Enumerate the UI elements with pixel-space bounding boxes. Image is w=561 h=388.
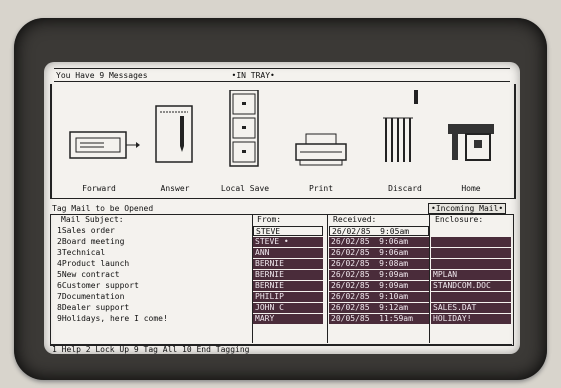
message-row[interactable]: 9Holidays, here I come! MARY 20/05/85 11… (51, 314, 513, 324)
forward-tray-icon (69, 131, 140, 159)
forward-button[interactable]: Forward (64, 84, 140, 198)
message-time: 9:06am (379, 237, 409, 246)
message-enclosure (431, 259, 511, 269)
message-subject: 7Documentation (57, 292, 125, 301)
message-enclosure (431, 248, 511, 258)
message-received: 26/02/85 9:06am (329, 248, 429, 258)
message-date: 20/05/85 (331, 314, 370, 323)
filing-cabinet-icon (229, 90, 259, 167)
message-enclosure (431, 237, 511, 247)
message-from: BERNIE (253, 270, 323, 280)
message-date: 26/02/85 (331, 292, 370, 301)
message-from: MARY (253, 314, 323, 324)
terminal-screen: You Have 9 Messages •IN TRAY• Forward An… (44, 62, 520, 354)
tag-instruction-line: Tag Mail to be Opened •Incoming Mail• (50, 203, 512, 214)
status-bar: You Have 9 Messages •IN TRAY• (54, 68, 510, 82)
message-row[interactable]: 5New contract BERNIE 26/02/85 9:09am MPL… (51, 270, 513, 280)
message-row[interactable]: 1Sales order STEVE 26/02/85 9:05am (51, 226, 513, 236)
message-from: BERNIE (253, 259, 323, 269)
message-subject: 5New contract (57, 270, 120, 279)
message-from: STEVE (253, 226, 323, 236)
message-received: 26/02/85 9:12am (329, 303, 429, 313)
message-received: 26/02/85 9:05am (329, 226, 429, 236)
message-subject: 9Holidays, here I come! (57, 314, 168, 323)
tag-instruction: Tag Mail to be Opened (52, 204, 154, 213)
mail-list: Mail Subject: From: Received: Enclosure:… (50, 214, 514, 346)
house-icon (448, 124, 494, 161)
message-row[interactable]: 3Technical ANN 26/02/85 9:06am (51, 248, 513, 258)
shredder-icon (383, 90, 418, 162)
enclosure-column-header: Enclosure: (435, 215, 484, 224)
message-from: PHILIP (253, 292, 323, 302)
message-time: 9:10am (379, 292, 409, 301)
message-enclosure (431, 226, 511, 236)
print-button[interactable]: Print (286, 84, 356, 198)
message-subject: 6Customer support (57, 281, 139, 290)
message-row[interactable]: 2Board meeting STEVE • 26/02/85 9:06am (51, 237, 513, 247)
message-enclosure: HOLIDAY! (431, 314, 511, 324)
message-enclosure (431, 292, 511, 302)
function-key-legend: 1 Help 2 Lock Up 9 Tag All 10 End Taggin… (52, 345, 250, 354)
message-subject: 8Dealer support (57, 303, 130, 312)
message-date: 26/02/85 (331, 237, 370, 246)
message-date: 26/02/85 (331, 270, 370, 279)
message-date: 26/02/85 (332, 227, 371, 236)
message-from: JOHN C (253, 303, 323, 313)
message-time: 9:09am (379, 270, 409, 279)
action-toolbar: Forward Answer Local Save Print Discard … (50, 84, 516, 199)
home-label: Home (461, 184, 481, 193)
in-tray-title: •IN TRAY• (231, 70, 275, 80)
message-received: 26/02/85 9:09am (329, 270, 429, 280)
message-from: STEVE • (253, 237, 323, 247)
function-key-bar: 1 Help 2 Lock Up 9 Tag All 10 End Taggin… (50, 344, 512, 354)
column-header-row: Mail Subject: From: Received: Enclosure: (51, 215, 513, 225)
message-received: 26/02/85 9:06am (329, 237, 429, 247)
local-save-button[interactable]: Local Save (210, 84, 280, 198)
print-label: Print (308, 184, 334, 193)
message-row[interactable]: 8Dealer support JOHN C 26/02/85 9:12am S… (51, 303, 513, 313)
message-time: 9:06am (379, 248, 409, 257)
message-received: 26/02/85 9:08am (329, 259, 429, 269)
message-time: 9:12am (379, 303, 409, 312)
message-subject: 4Product launch (57, 259, 130, 268)
message-time: 9:05am (380, 227, 410, 236)
forward-label: Forward (82, 184, 116, 193)
received-column-header: Received: (333, 215, 377, 224)
message-received: 20/05/85 11:59am (329, 314, 429, 324)
discard-label: Discard (388, 184, 422, 193)
message-date: 26/02/85 (331, 248, 370, 257)
subject-column-header: Mail Subject: (61, 215, 124, 224)
answer-notepad-icon (155, 105, 193, 163)
message-time: 9:09am (379, 281, 409, 290)
answer-label: Answer (160, 184, 190, 193)
message-received: 26/02/85 9:09am (329, 281, 429, 291)
message-row[interactable]: 6Customer support BERNIE 26/02/85 9:09am… (51, 281, 513, 291)
incoming-mail-tab[interactable]: •Incoming Mail• (428, 203, 507, 214)
message-from: BERNIE (253, 281, 323, 291)
from-column-header: From: (257, 215, 282, 224)
local-save-label: Local Save (220, 184, 270, 193)
message-from: ANN (253, 248, 323, 258)
message-row[interactable]: 4Product launch BERNIE 26/02/85 9:08am (51, 259, 513, 269)
message-date: 26/02/85 (331, 303, 370, 312)
home-button[interactable]: Home (436, 84, 506, 198)
answer-button[interactable]: Answer (140, 84, 210, 198)
discard-button[interactable]: Discard (370, 84, 440, 198)
message-subject: 3Technical (57, 248, 106, 257)
message-date: 26/02/85 (331, 281, 370, 290)
message-count: You Have 9 Messages (56, 70, 148, 80)
message-enclosure: MPLAN (431, 270, 511, 280)
message-enclosure: SALES.DAT (431, 303, 511, 313)
message-enclosure: STANDCOM.DOC (431, 281, 511, 291)
message-subject: 1Sales order (57, 226, 115, 235)
message-date: 26/02/85 (331, 259, 370, 268)
message-subject: 2Board meeting (57, 237, 125, 246)
message-time: 9:08am (379, 259, 409, 268)
message-received: 26/02/85 9:10am (329, 292, 429, 302)
printer-icon (295, 133, 347, 166)
message-row[interactable]: 7Documentation PHILIP 26/02/85 9:10am (51, 292, 513, 302)
message-time: 11:59am (379, 314, 413, 323)
